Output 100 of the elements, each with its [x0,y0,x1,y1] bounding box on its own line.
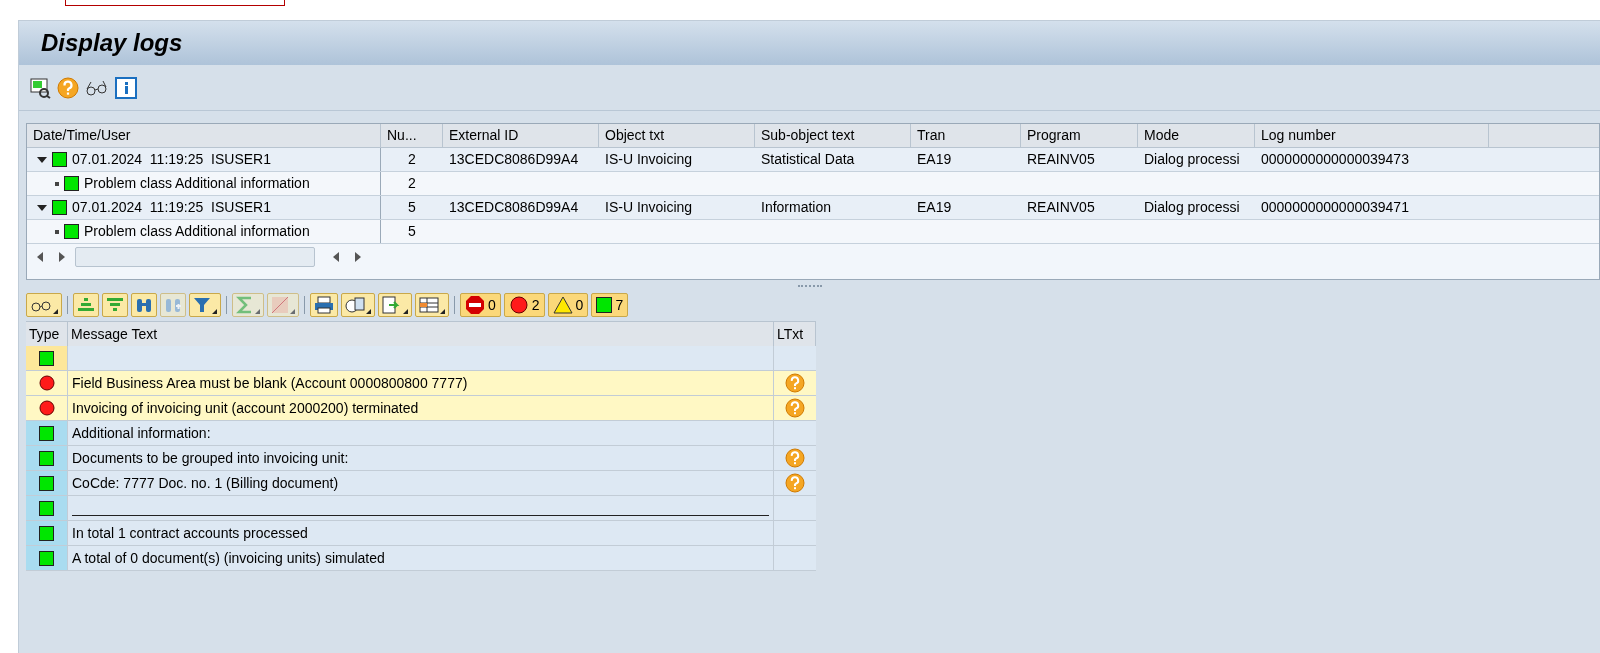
error-icon [37,374,56,392]
monitor-icon[interactable] [29,76,51,99]
column-header[interactable]: Program [1021,124,1138,147]
type-cell[interactable] [26,546,68,570]
sum-icon [236,296,254,314]
sort-ascending-icon [77,296,95,314]
export-button[interactable] [378,293,412,317]
table-cell-text: REAINV05 [1026,150,1096,169]
help-icon[interactable] [57,76,79,99]
table-cell-text: Dialog processi [1143,150,1241,169]
table-cell-text: EA19 [916,150,953,169]
filter-icon [193,296,211,314]
status-icon [64,176,79,191]
type-cell[interactable] [26,346,68,370]
column-header[interactable]: Sub-object text [755,124,911,147]
table-cell-text: 2 [407,174,417,193]
views-button[interactable] [341,293,375,317]
message-row[interactable]: In total 1 contract accounts processed [26,521,816,546]
help-icon[interactable] [785,448,805,468]
success-icon [39,425,54,441]
scroll-left-icon[interactable] [333,252,339,262]
table-cell-text: REAINV05 [1026,198,1096,217]
table-cell-text: 5 [407,198,417,217]
scroll-left-icon[interactable] [37,252,43,262]
message-row[interactable]: Invoicing of invoicing unit (account 2000200) terminated [26,396,816,421]
find-button[interactable] [131,293,157,317]
scrollbar-thumb[interactable] [75,247,315,267]
export-icon [382,296,402,314]
table-cell-text: Dialog processi [1143,198,1241,217]
table-cell-text: 0000000000000039473 [1260,150,1410,169]
success-filter-button[interactable]: 7 [591,293,629,317]
bullet-icon [55,229,59,234]
status-icon [52,200,67,215]
status-icon [52,152,67,167]
column-header[interactable]: Tran [911,124,1021,147]
message-row[interactable]: Field Business Area must be blank (Account 0000800800 7777) [26,371,816,396]
log-date-time-user: 07.01.2024 11:19:25 ISUSER1 [72,150,271,169]
filter-button[interactable] [189,293,221,317]
type-cell[interactable] [26,471,68,495]
message-row[interactable]: CoCde: 7777 Doc. no. 1 (Billing document) [26,471,816,496]
caret-icon [440,309,445,314]
table-cell-text: 13CEDC8086D99A4 [448,150,580,169]
success-icon [39,475,54,491]
stop-filter-button[interactable]: 0 [460,293,501,317]
print-button[interactable] [310,293,338,317]
caret-icon [403,309,408,314]
info-icon[interactable] [115,76,137,99]
type-cell[interactable] [26,521,68,545]
type-cell[interactable] [26,421,68,445]
message-row[interactable]: Documents to be grouped into invoicing unit: [26,446,816,471]
glasses-icon[interactable] [85,78,109,97]
subtotal-button[interactable] [267,293,299,317]
caret-icon [290,309,295,314]
column-header[interactable]: External ID [443,124,599,147]
collapse-toggle[interactable] [37,202,47,213]
layout-button[interactable] [415,293,449,317]
column-header[interactable]: Log number [1255,124,1489,147]
help-icon[interactable] [785,373,805,393]
splitter-handle[interactable] [797,284,822,288]
type-cell[interactable] [26,496,68,520]
table-cell-text: 5 [407,222,417,241]
success-icon [596,297,613,313]
table-cell-text: Statistical Data [760,150,856,169]
help-icon[interactable] [785,473,805,493]
error-filter-button[interactable]: 2 [503,293,545,317]
table-cell-text: IS-U Invoicing [604,150,694,169]
sort-descending-icon [106,296,124,314]
success-icon [39,450,54,466]
table-cell-text: 2 [407,150,417,169]
message-text: Additional information: [72,423,211,443]
table-cell-text: EA19 [916,198,953,217]
subtotal-icon [271,296,289,314]
collapse-toggle[interactable] [37,154,47,165]
message-row[interactable]: A total of 0 document(s) (invoicing units) simulated [26,546,816,571]
type-cell[interactable] [26,446,68,470]
help-icon[interactable] [785,398,805,418]
caret-icon [366,309,371,314]
glasses-button[interactable] [26,293,62,317]
bullet-icon [55,181,59,186]
table-cell-text: Information [760,198,833,217]
table-cell-text: 13CEDC8086D99A4 [448,198,580,217]
warning-filter-button[interactable]: 0 [547,293,589,317]
message-text: Documents to be grouped into invoicing unit: [72,448,349,468]
views-icon [345,296,365,314]
table-layout-icon [419,296,439,314]
scroll-right-icon[interactable] [59,252,65,262]
message-row[interactable]: Additional information: [26,421,816,446]
scroll-right-icon[interactable] [355,252,361,262]
caret-icon [255,309,260,314]
message-text: CoCde: 7777 Doc. no. 1 (Billing document) [72,473,339,493]
printer-icon [314,296,334,314]
problem-class-text: Problem class Additional information [84,222,310,241]
column-header[interactable]: Object txt [599,124,755,147]
success-icon [39,550,54,566]
column-header[interactable]: Nu... [381,124,443,147]
message-text: In total 1 contract accounts processed [72,523,308,543]
column-header[interactable]: Mode [1138,124,1255,147]
message-row[interactable] [26,496,816,521]
column-header[interactable]: Date/Time/User [27,124,381,147]
log-date-time-user: 07.01.2024 11:19:25 ISUSER1 [72,198,271,217]
